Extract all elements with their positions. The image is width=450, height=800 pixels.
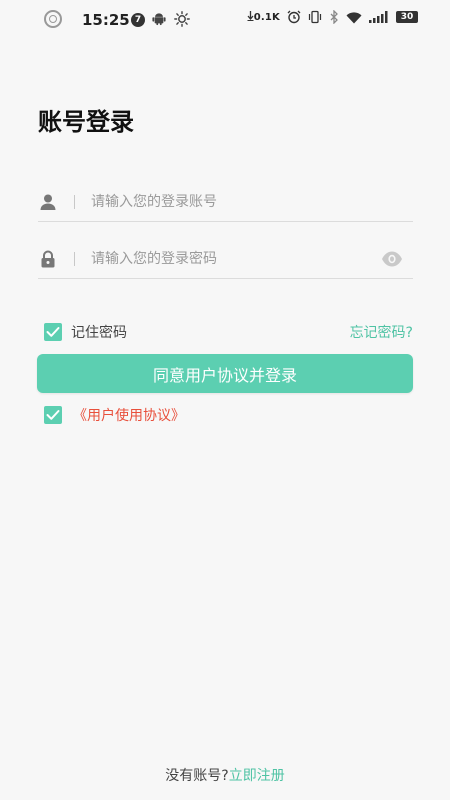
login-button[interactable]: 同意用户协议并登录 (37, 354, 413, 393)
wifi-icon (346, 11, 362, 23)
user-icon (40, 194, 56, 210)
signal-icon (369, 11, 388, 23)
field-divider (74, 252, 75, 266)
register-prompt: 没有账号?立即注册 (0, 765, 450, 785)
battery-level: 30 (400, 12, 414, 22)
remember-row: 记住密码 忘记密码? (44, 322, 413, 342)
android-icon (152, 13, 166, 26)
notification-badge: 7 (131, 13, 145, 27)
agreement-row: 《用户使用协议》 (44, 405, 185, 425)
battery-icon: 30 (396, 11, 418, 23)
account-field-row (38, 183, 413, 222)
download-arrow-icon (247, 11, 254, 21)
remember-label: 记住密码 (71, 325, 127, 341)
forgot-password-link[interactable]: 忘记密码? (350, 322, 413, 342)
brightness-icon (174, 11, 190, 27)
user-agreement-link[interactable]: 《用户使用协议》 (73, 405, 185, 425)
status-bar: 15:25 7 0.1K 30 (0, 0, 450, 40)
home-circle-icon (44, 10, 62, 28)
no-account-text: 没有账号? (165, 768, 229, 784)
bluetooth-icon (330, 10, 338, 24)
eye-icon[interactable] (381, 250, 403, 268)
account-input[interactable] (91, 187, 413, 217)
register-link[interactable]: 立即注册 (229, 768, 285, 784)
agreement-checkbox[interactable] (44, 406, 62, 424)
alarm-icon (287, 10, 301, 24)
status-time: 15:25 (82, 11, 130, 29)
checkmark-icon (46, 410, 60, 420)
vibrate-icon (308, 10, 322, 24)
password-input[interactable] (91, 244, 381, 274)
page-title: 账号登录 (38, 108, 134, 136)
field-divider (74, 195, 75, 209)
lock-icon (41, 250, 55, 268)
password-field-row (38, 240, 413, 279)
network-speed: 0.1K (247, 11, 280, 23)
remember-checkbox[interactable] (44, 323, 62, 341)
checkmark-icon (46, 327, 60, 337)
